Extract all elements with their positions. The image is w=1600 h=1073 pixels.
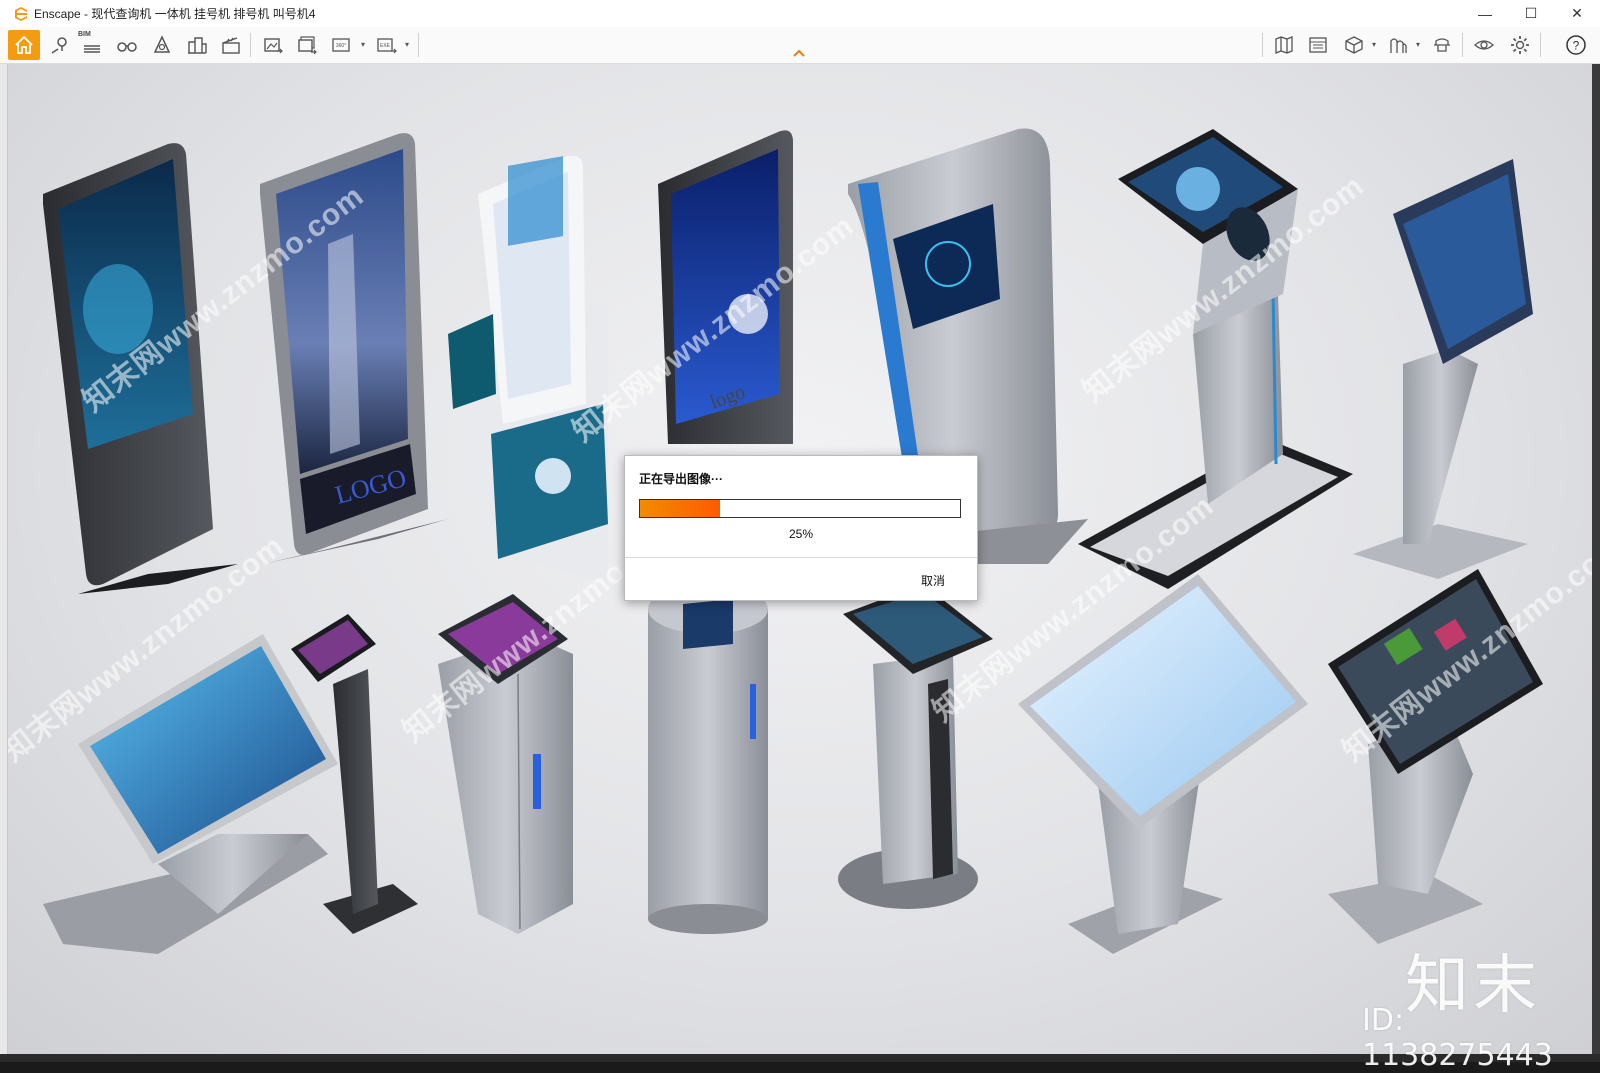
binoculars-icon (117, 42, 137, 52)
progress-bar-fill (640, 500, 720, 517)
location-button[interactable] (46, 31, 74, 59)
cube-view-button[interactable] (1340, 31, 1368, 59)
eye-icon (1474, 40, 1494, 50)
kiosk-3 (448, 155, 608, 584)
batch-render-button[interactable] (293, 31, 321, 59)
hat-icon (1434, 38, 1450, 52)
clapperboard-icon (222, 37, 240, 54)
bim-button[interactable]: BIM (78, 31, 106, 59)
buildings-icon (188, 37, 207, 54)
export-progress-dialog: 正在导出图像··· 25% 取消 (624, 455, 978, 601)
panorama-dropdown-chevron-icon[interactable]: ▾ (361, 40, 365, 49)
screenshot-export-icon (264, 38, 283, 54)
asset-library-button[interactable] (148, 31, 176, 59)
atmosphere-button[interactable] (1384, 31, 1412, 59)
maximize-button[interactable]: ☐ (1508, 0, 1554, 27)
panorama-export-icon: 360° (332, 38, 350, 52)
atmosphere-icon (1390, 38, 1407, 53)
exe-export-button[interactable]: EXE (373, 31, 401, 59)
bottom-edge (0, 1054, 1600, 1062)
hat-button[interactable] (1428, 31, 1456, 59)
enscape-logo-icon (15, 6, 27, 21)
exe-dropdown-chevron-icon[interactable]: ▾ (405, 40, 409, 49)
help-label: ? (1573, 39, 1580, 53)
minimize-button[interactable]: — (1462, 0, 1508, 27)
brand-id-watermark: ID: 1138275443 (1362, 1003, 1553, 1073)
bim-label: BIM (78, 31, 91, 38)
exe-label: EXE (380, 43, 391, 49)
toolbar-separator (250, 33, 251, 57)
toolbar: BIM 360° ▾ EXE ▾ ▾ ▾ ? (0, 27, 1600, 64)
screenshot-button[interactable] (259, 31, 287, 59)
toolbar-separator (418, 33, 419, 57)
visual-settings-button[interactable] (1470, 31, 1498, 59)
toolbar-separator (1540, 33, 1541, 57)
enscape-window: Enscape - 现代查询机 一体机 挂号机 排号机 叫号机4 — ☐ ✕ B… (0, 0, 1600, 1073)
settings-icon (1511, 36, 1529, 54)
cube-view-dropdown-chevron-icon[interactable]: ▾ (1372, 40, 1376, 49)
dialog-divider (625, 557, 977, 558)
panorama-button[interactable]: 360° (328, 31, 356, 59)
kiosk-11 (648, 584, 768, 934)
right-edge (1592, 64, 1600, 1054)
atmosphere-dropdown-chevron-icon[interactable]: ▾ (1416, 40, 1420, 49)
buildings-button[interactable] (183, 31, 211, 59)
collapse-toolbar-chevron-icon[interactable] (792, 48, 806, 58)
cancel-button[interactable]: 取消 (921, 572, 945, 589)
media-button[interactable] (1304, 31, 1332, 59)
toolbar-separator (1462, 33, 1463, 57)
title-bar: Enscape - 现代查询机 一体机 挂号机 排号机 叫号机4 — ☐ ✕ (0, 0, 1600, 27)
window-title: Enscape - 现代查询机 一体机 挂号机 排号机 叫号机4 (34, 7, 316, 21)
map-button[interactable] (1270, 31, 1298, 59)
views-button[interactable] (113, 31, 141, 59)
home-icon (15, 35, 33, 54)
help-icon: ? (1566, 35, 1586, 55)
media-icon (1309, 37, 1327, 53)
progress-percent: 25% (788, 527, 814, 541)
map-icon (1275, 36, 1293, 54)
toolbar-separator (1262, 33, 1263, 57)
exe-export-icon: EXE (377, 38, 397, 54)
progress-bar (639, 499, 961, 518)
close-button[interactable]: ✕ (1554, 0, 1600, 27)
video-editor-button[interactable] (217, 31, 245, 59)
settings-button[interactable] (1506, 31, 1534, 59)
help-button[interactable]: ? (1562, 31, 1590, 59)
pano-label: 360° (336, 43, 346, 49)
batch-export-icon (298, 36, 317, 55)
dialog-title: 正在导出图像··· (639, 472, 723, 486)
asset-library-icon (153, 35, 171, 53)
kiosk-7 (1353, 159, 1533, 579)
location-pin-icon (51, 37, 67, 54)
kiosk-12 (838, 584, 993, 909)
cube-view-icon (1345, 36, 1363, 54)
left-panel-edge (0, 64, 8, 1054)
home-button[interactable] (8, 30, 40, 60)
